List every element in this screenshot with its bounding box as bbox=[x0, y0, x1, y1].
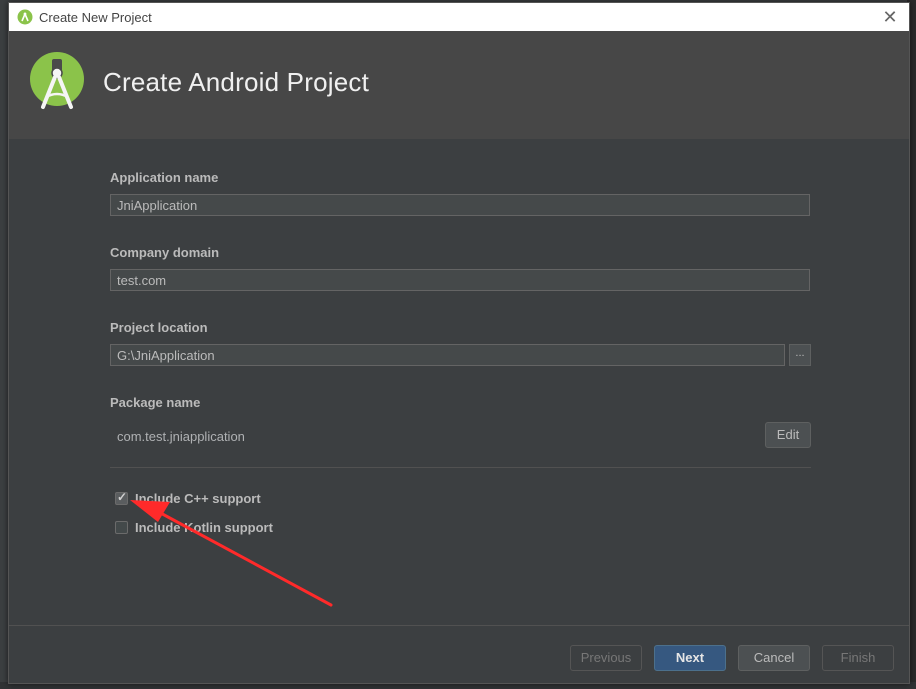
package-name-label: Package name bbox=[110, 395, 201, 410]
android-studio-icon bbox=[17, 9, 33, 25]
app-name-field[interactable]: JniApplication bbox=[110, 194, 810, 216]
footer-divider bbox=[9, 625, 909, 626]
dialog-header: Create Android Project bbox=[9, 31, 909, 139]
package-name-value: com.test.jniapplication bbox=[117, 429, 245, 444]
edit-package-button[interactable]: Edit bbox=[765, 422, 811, 448]
form-area: Application name JniApplication Company … bbox=[9, 139, 909, 625]
checkmark-icon: ✓ bbox=[117, 490, 128, 504]
project-location-label: Project location bbox=[110, 320, 208, 335]
include-cpp-checkbox[interactable]: ✓ bbox=[115, 490, 128, 505]
create-project-dialog: Create New Project ✕ Create Android Proj… bbox=[8, 2, 910, 684]
company-domain-field[interactable]: test.com bbox=[110, 269, 810, 291]
next-button[interactable]: Next bbox=[654, 645, 726, 671]
window-title: Create New Project bbox=[39, 10, 152, 25]
include-cpp-label[interactable]: Include C++ support bbox=[135, 491, 261, 506]
company-domain-label: Company domain bbox=[110, 245, 220, 260]
page-title: Create Android Project bbox=[103, 67, 369, 97]
previous-button[interactable]: Previous bbox=[570, 645, 642, 671]
cancel-button[interactable]: Cancel bbox=[738, 645, 810, 671]
ide-background-left bbox=[0, 0, 8, 689]
project-location-field[interactable]: G:\JniApplication bbox=[110, 344, 785, 366]
app-name-label: Application name bbox=[110, 170, 219, 185]
browse-button[interactable]: ... bbox=[789, 344, 811, 366]
title-bar: Create New Project ✕ bbox=[9, 3, 909, 31]
include-kotlin-checkbox[interactable] bbox=[115, 521, 128, 534]
finish-button[interactable]: Finish bbox=[822, 645, 894, 671]
divider bbox=[110, 467, 811, 468]
include-kotlin-label[interactable]: Include Kotlin support bbox=[135, 520, 273, 535]
android-studio-logo bbox=[30, 52, 84, 109]
close-icon[interactable]: ✕ bbox=[879, 6, 901, 28]
